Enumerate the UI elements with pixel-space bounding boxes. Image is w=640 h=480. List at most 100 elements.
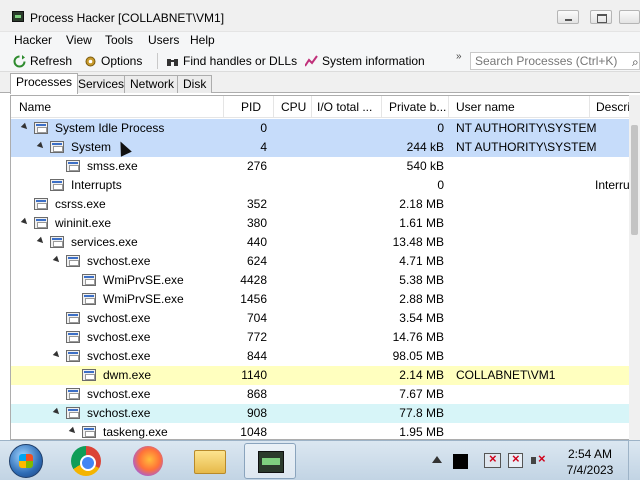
taskbar-firefox[interactable] <box>123 443 175 479</box>
show-hidden-icons-button[interactable] <box>432 456 442 463</box>
process-row[interactable]: taskeng.exe 1048 1.95 MB <box>11 423 639 439</box>
process-tree[interactable]: Name PID CPU I/O total ... Private b... … <box>10 95 640 440</box>
clock-time[interactable]: 2:54 AM <box>565 447 615 461</box>
process-user-name: COLLABNET\VM1 <box>456 368 556 382</box>
system-information-button[interactable]: System information <box>304 53 425 69</box>
process-row[interactable]: WmiPrvSE.exe 1456 2.88 MB <box>11 290 639 309</box>
expand-collapse-icon[interactable] <box>52 350 62 360</box>
column-pid[interactable]: PID <box>241 100 261 114</box>
process-row[interactable]: System Idle Process 0 0 NT AUTHORITY\SYSTEM <box>11 119 639 138</box>
process-name: Interrupts <box>71 178 122 192</box>
menu-users[interactable]: Users <box>148 33 179 47</box>
menu-tools[interactable]: Tools <box>105 33 133 47</box>
tab-disk[interactable]: Disk <box>177 75 213 93</box>
process-pid: 1048 <box>240 425 267 439</box>
process-row[interactable]: Interrupts 0 Interru <box>11 176 639 195</box>
refresh-label: Refresh <box>30 54 73 68</box>
clock-date[interactable]: 7/4/2023 <box>560 463 620 477</box>
process-pid: 352 <box>246 197 267 211</box>
process-private-bytes: 244 kB <box>406 140 444 154</box>
process-row[interactable]: WmiPrvSE.exe 4428 5.38 MB <box>11 271 639 290</box>
taskbar: 2:54 AM 7/4/2023 <box>0 440 640 480</box>
process-private-bytes: 77.8 MB <box>399 406 444 420</box>
expand-collapse-icon[interactable] <box>36 141 46 151</box>
expand-collapse-icon[interactable] <box>52 407 62 417</box>
process-pid: 868 <box>246 387 267 401</box>
process-row[interactable]: svchost.exe 844 98.05 MB <box>11 347 639 366</box>
process-row[interactable]: smss.exe 276 540 kB <box>11 157 639 176</box>
action-center-icon[interactable] <box>508 451 523 468</box>
column-user-name[interactable]: User name <box>456 100 515 114</box>
menu-help[interactable]: Help <box>190 33 215 47</box>
tab-services[interactable]: Services <box>72 75 131 93</box>
column-io-total[interactable]: I/O total ... <box>317 100 372 114</box>
vertical-scrollbar[interactable] <box>629 95 640 440</box>
process-private-bytes: 0 <box>437 121 444 135</box>
taskbar-process-hacker[interactable] <box>244 443 296 479</box>
process-pid: 772 <box>246 330 267 344</box>
process-row[interactable]: svchost.exe 772 14.76 MB <box>11 328 639 347</box>
process-pid: 0 <box>260 121 267 135</box>
network-icon[interactable] <box>484 451 501 468</box>
options-label: Options <box>101 54 143 68</box>
process-row[interactable]: svchost.exe 704 3.54 MB <box>11 309 639 328</box>
process-icon <box>66 312 80 324</box>
scrollbar-thumb[interactable] <box>631 125 638 235</box>
column-private-bytes[interactable]: Private b... <box>389 100 446 114</box>
process-pid: 1456 <box>240 292 267 306</box>
menu-hacker[interactable]: Hacker <box>14 33 52 47</box>
taskbar-chrome[interactable] <box>61 443 113 479</box>
process-private-bytes: 2.18 MB <box>399 197 444 211</box>
process-private-bytes: 3.54 MB <box>399 311 444 325</box>
process-name: smss.exe <box>87 159 138 173</box>
process-icon <box>34 198 48 210</box>
start-button[interactable] <box>0 441 54 480</box>
tab-processes[interactable]: Processes <box>10 73 79 94</box>
options-button[interactable]: Options <box>84 53 142 69</box>
search-icon[interactable]: ⌕ <box>632 55 639 70</box>
process-icon <box>66 407 80 419</box>
volume-muted-icon[interactable] <box>531 451 546 468</box>
process-name: services.exe <box>71 235 138 249</box>
search-input[interactable]: Search Processes (Ctrl+K) <box>470 52 640 70</box>
taskbar-explorer[interactable] <box>184 443 236 479</box>
close-button[interactable] <box>619 10 640 24</box>
chart-icon <box>304 54 318 68</box>
process-row[interactable]: svchost.exe 624 4.71 MB <box>11 252 639 271</box>
process-row[interactable]: svchost.exe 908 77.8 MB <box>11 404 639 423</box>
gear-icon <box>84 55 97 68</box>
process-name: svchost.exe <box>87 406 151 420</box>
process-name: svchost.exe <box>87 311 151 325</box>
process-row[interactable]: System 4 244 kB NT AUTHORITY\SYSTEM <box>11 138 639 157</box>
toolbar-separator <box>157 53 158 69</box>
chevron-right-icon[interactable]: » <box>456 51 462 62</box>
process-private-bytes: 98.05 MB <box>392 349 444 363</box>
process-name: dwm.exe <box>103 368 152 382</box>
column-header-row: Name PID CPU I/O total ... Private b... … <box>11 96 639 118</box>
process-row[interactable]: dwm.exe 1140 2.14 MB COLLABNET\VM1 <box>11 366 639 385</box>
tab-network[interactable]: Network <box>124 75 181 93</box>
process-row[interactable]: svchost.exe 868 7.67 MB <box>11 385 639 404</box>
column-name[interactable]: Name <box>19 100 51 114</box>
expand-collapse-icon[interactable] <box>20 217 30 227</box>
menu-view[interactable]: View <box>66 33 92 47</box>
expand-collapse-icon[interactable] <box>68 426 78 436</box>
process-name: svchost.exe <box>87 349 151 363</box>
process-row[interactable]: wininit.exe 380 1.61 MB <box>11 214 639 233</box>
tray-app-icon[interactable] <box>453 454 468 469</box>
expand-collapse-icon[interactable] <box>36 236 46 246</box>
process-row[interactable]: services.exe 440 13.48 MB <box>11 233 639 252</box>
process-row[interactable]: csrss.exe 352 2.18 MB <box>11 195 639 214</box>
maximize-button[interactable] <box>590 10 612 24</box>
column-cpu[interactable]: CPU <box>281 100 306 114</box>
expand-collapse-icon[interactable] <box>20 122 30 132</box>
minimize-button[interactable] <box>557 10 579 24</box>
process-name: wininit.exe <box>55 216 112 230</box>
expand-collapse-icon[interactable] <box>52 255 62 265</box>
chrome-icon <box>71 446 101 476</box>
process-private-bytes: 2.14 MB <box>399 368 444 382</box>
refresh-button[interactable]: Refresh <box>13 53 72 69</box>
find-handles-button[interactable]: Find handles or DLLs <box>166 53 297 69</box>
show-desktop-button[interactable] <box>628 441 640 480</box>
firefox-icon <box>133 446 163 476</box>
